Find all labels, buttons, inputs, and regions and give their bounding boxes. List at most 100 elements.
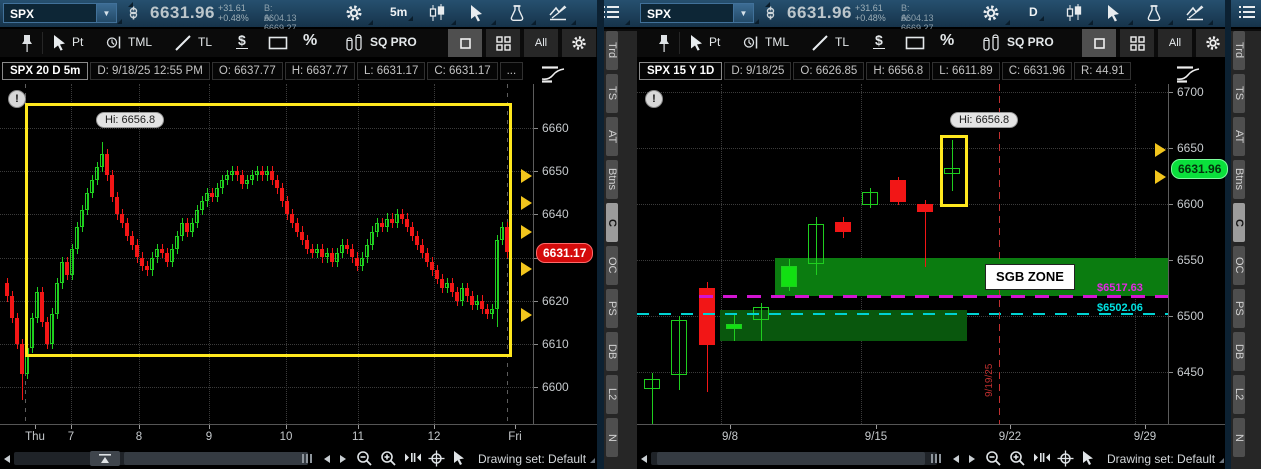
plot-area[interactable]: ! Hi: 6656.8 SGB ZONE $6517.63 $6502.06 … bbox=[637, 84, 1168, 424]
point-tool-arrow-icon[interactable] bbox=[689, 34, 711, 53]
zoom-out-icon[interactable] bbox=[985, 450, 1002, 467]
warning-icon[interactable]: ! bbox=[645, 90, 663, 108]
symbol-dropdown-button[interactable]: ▼ bbox=[97, 3, 117, 23]
price-axis[interactable]: 6631.96 670066506600655065006450 bbox=[1169, 84, 1225, 424]
collapse-box-button[interactable] bbox=[90, 451, 120, 466]
yellow-highlight-box[interactable] bbox=[25, 103, 512, 357]
single-chart-view-button[interactable] bbox=[448, 29, 482, 57]
warning-icon[interactable]: ! bbox=[8, 90, 26, 108]
symbol-input[interactable]: SPX bbox=[640, 3, 734, 23]
all-charts-button[interactable]: All bbox=[524, 29, 558, 57]
step-left-button[interactable] bbox=[953, 455, 959, 463]
crosshair-icon[interactable] bbox=[428, 450, 445, 467]
trendline-label[interactable]: TL bbox=[198, 35, 212, 49]
price-level-tool[interactable]: $ bbox=[873, 32, 885, 49]
chart-settings-gear-button[interactable] bbox=[562, 29, 596, 57]
sq-pro-label[interactable]: SQ PRO bbox=[1007, 35, 1054, 49]
rectangle-tool-icon[interactable] bbox=[268, 36, 290, 55]
symbol-input[interactable]: SPX bbox=[3, 3, 97, 23]
timeline-label[interactable]: TML bbox=[765, 35, 789, 49]
drawing-set-label[interactable]: Drawing set: Default bbox=[1107, 452, 1224, 466]
sidebar-tab-c[interactable]: C bbox=[606, 203, 618, 242]
cursor-tool-icon[interactable] bbox=[468, 4, 490, 23]
sidebar-tab-ts[interactable]: TS bbox=[606, 74, 618, 113]
step-right-button[interactable] bbox=[340, 455, 346, 463]
chart-style-icon[interactable] bbox=[1175, 65, 1201, 83]
price-axis[interactable]: 6631.17 6660665066406630662066106600 bbox=[534, 84, 598, 424]
sidebar-tab-oc[interactable]: OC bbox=[1233, 246, 1245, 285]
sidebar-tab-l2[interactable]: L2 bbox=[606, 375, 618, 414]
trendline-icon[interactable] bbox=[811, 34, 833, 53]
percent-tool[interactable]: % bbox=[303, 32, 317, 50]
sidebar-tab-btns[interactable]: Btns bbox=[606, 160, 618, 199]
zoom-out-icon[interactable] bbox=[356, 450, 373, 467]
chart-type-icon[interactable] bbox=[428, 4, 450, 23]
pin-icon[interactable] bbox=[20, 34, 42, 53]
yellow-highlight-box[interactable] bbox=[940, 135, 968, 207]
chart-style-icon[interactable] bbox=[540, 65, 566, 83]
drawings-icon[interactable] bbox=[1185, 4, 1207, 23]
menu-icon[interactable] bbox=[1238, 4, 1260, 23]
sidebar-tab-trd[interactable]: Trd bbox=[1233, 31, 1245, 70]
timeline-clock-icon[interactable] bbox=[743, 35, 765, 54]
step-right-button[interactable] bbox=[969, 455, 975, 463]
sidebar-tab-trd[interactable]: Trd bbox=[606, 31, 618, 70]
pin-icon[interactable] bbox=[657, 34, 679, 53]
sidebar-tab-db[interactable]: DB bbox=[1233, 332, 1245, 371]
scrollbar-handle[interactable] bbox=[657, 452, 925, 465]
single-chart-view-button[interactable] bbox=[1082, 29, 1116, 57]
panel-gutter[interactable] bbox=[597, 0, 604, 469]
scroll-left-arrow[interactable] bbox=[641, 455, 647, 463]
scrollbar-grip[interactable] bbox=[302, 454, 312, 463]
plot-area[interactable]: ! Hi: 6656.8 bbox=[0, 84, 533, 424]
sidebar-tab-btns[interactable]: Btns bbox=[1233, 160, 1245, 199]
menu-icon[interactable] bbox=[602, 4, 624, 23]
rectangle-tool-icon[interactable] bbox=[905, 36, 927, 55]
timeline-label[interactable]: TML bbox=[128, 35, 152, 49]
scrollbar-grip[interactable] bbox=[931, 454, 941, 463]
sidebar-tab-n[interactable]: N bbox=[1233, 418, 1245, 457]
sidebar-tab-ts[interactable]: TS bbox=[1233, 74, 1245, 113]
cursor-tool-icon[interactable] bbox=[1105, 4, 1127, 23]
all-charts-button[interactable]: All bbox=[1158, 29, 1192, 57]
timeframe-button[interactable]: 5m bbox=[390, 5, 407, 19]
zoom-in-icon[interactable] bbox=[380, 450, 397, 467]
sq-pro-label[interactable]: SQ PRO bbox=[370, 35, 417, 49]
fit-width-icon[interactable] bbox=[404, 450, 422, 465]
pointer-icon[interactable] bbox=[1081, 450, 1095, 466]
step-left-button[interactable] bbox=[324, 455, 330, 463]
symbol-dropdown-button[interactable]: ▼ bbox=[734, 3, 754, 23]
price-level-tool[interactable]: $ bbox=[236, 32, 248, 49]
point-tool-label[interactable]: Pt bbox=[709, 35, 720, 49]
grid-view-button[interactable] bbox=[1120, 29, 1154, 57]
chart-type-icon[interactable] bbox=[1065, 4, 1087, 23]
gear-icon[interactable] bbox=[345, 4, 367, 23]
sidebar-tab-oc[interactable]: OC bbox=[606, 246, 618, 285]
sidebar-tab-ps[interactable]: PS bbox=[606, 289, 618, 328]
timeframe-button[interactable]: D bbox=[1029, 5, 1038, 19]
studies-flask-icon[interactable] bbox=[508, 4, 530, 23]
fit-width-icon[interactable] bbox=[1033, 450, 1051, 465]
sidebar-tab-db[interactable]: DB bbox=[606, 332, 618, 371]
sq-pro-icon[interactable] bbox=[345, 33, 367, 52]
time-axis[interactable]: 9/89/159/229/29 bbox=[637, 424, 1225, 449]
sidebar-tab-at[interactable]: AT bbox=[606, 117, 618, 156]
sidebar-tab-at[interactable]: AT bbox=[1233, 117, 1245, 156]
sq-pro-icon[interactable] bbox=[982, 33, 1004, 52]
trendline-label[interactable]: TL bbox=[835, 35, 849, 49]
timeline-clock-icon[interactable] bbox=[106, 35, 128, 54]
studies-flask-icon[interactable] bbox=[1145, 4, 1167, 23]
pointer-icon[interactable] bbox=[452, 450, 466, 466]
point-tool-label[interactable]: Pt bbox=[72, 35, 83, 49]
time-axis[interactable]: Thu789101112Fri bbox=[0, 424, 598, 449]
header-more-cell[interactable]: ... bbox=[500, 62, 524, 80]
zoom-in-icon[interactable] bbox=[1009, 450, 1026, 467]
scroll-left-arrow[interactable] bbox=[4, 455, 10, 463]
percent-tool[interactable]: % bbox=[940, 32, 954, 50]
sidebar-tab-c[interactable]: C bbox=[1233, 203, 1245, 242]
gear-icon[interactable] bbox=[982, 4, 1004, 23]
drawings-icon[interactable] bbox=[548, 4, 570, 23]
grid-view-button[interactable] bbox=[486, 29, 520, 57]
sidebar-tab-ps[interactable]: PS bbox=[1233, 289, 1245, 328]
trendline-icon[interactable] bbox=[174, 34, 196, 53]
